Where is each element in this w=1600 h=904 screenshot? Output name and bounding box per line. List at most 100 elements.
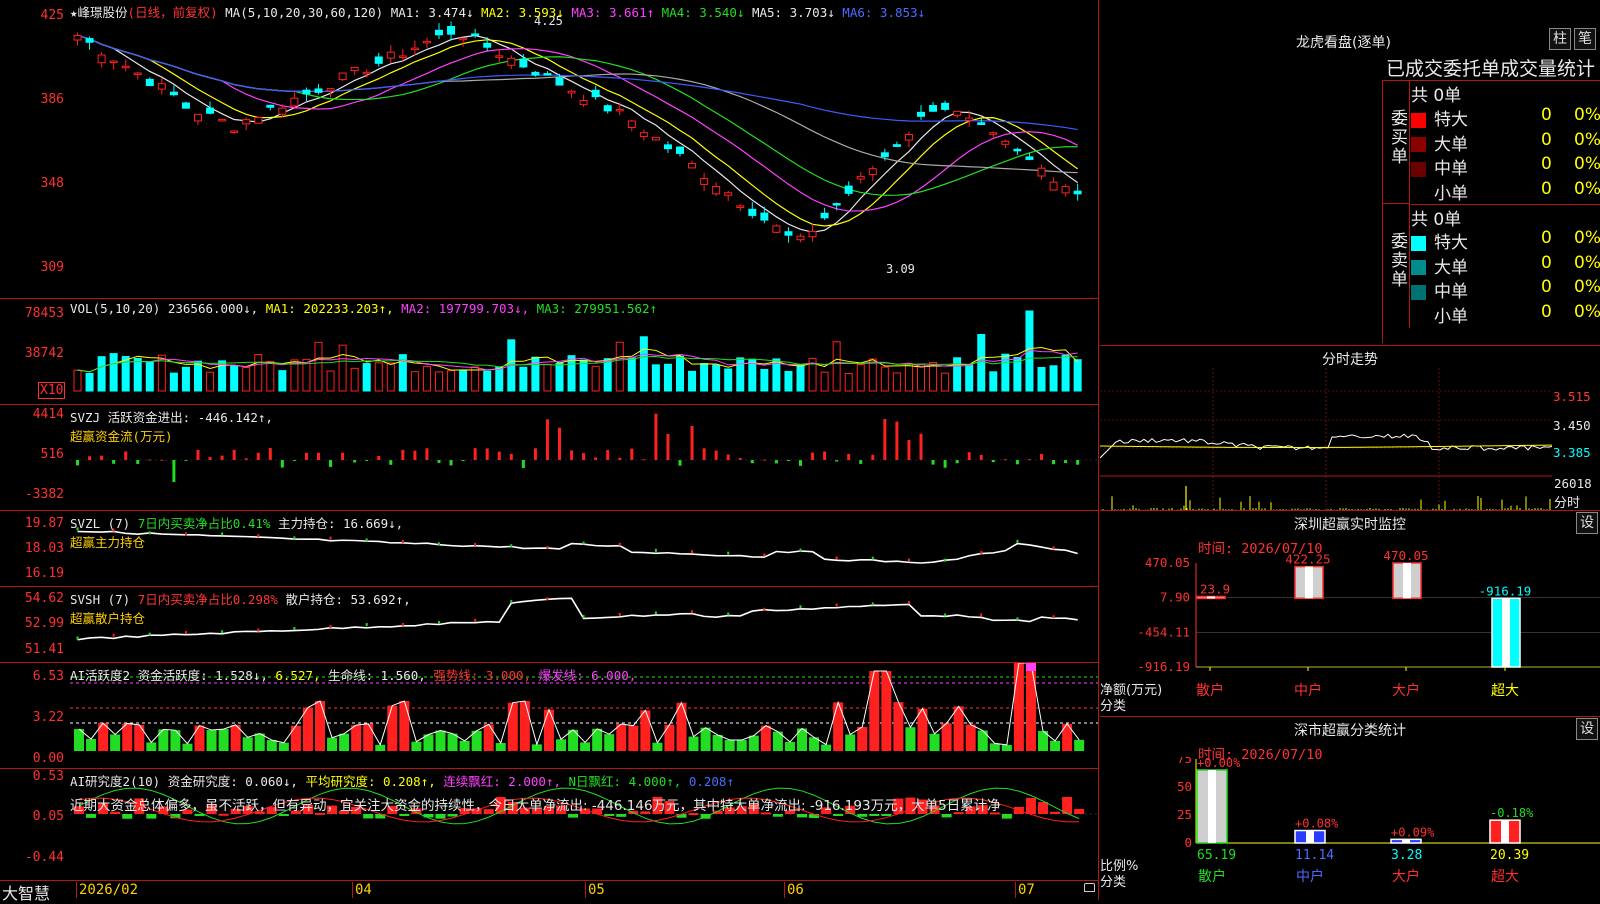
- activity-bar: [242, 737, 253, 751]
- volume-bar: [145, 361, 154, 392]
- svzl-name: SVZL (7): [70, 516, 131, 531]
- sell-side-label: 委卖单: [1387, 232, 1407, 289]
- ai-research-last: 0.208↑: [688, 774, 734, 789]
- svzj-pane[interactable]: SVZJ 活跃资金进出: -446.142↑, 超赢资金流(万元) 4414 5…: [0, 404, 1098, 511]
- flow-bar: [124, 451, 128, 460]
- candle: [133, 72, 142, 76]
- order-percent: 0%: [1574, 228, 1600, 248]
- order-size-label: 小单: [1434, 183, 1468, 204]
- research-bar: [435, 814, 446, 819]
- flow-bar: [304, 452, 308, 460]
- activity-bar: [363, 723, 374, 751]
- buy-rows: 特大 0 0% 大单 0 0% 中单 0 0% 小单 0 0%: [1411, 105, 1600, 204]
- candle: [736, 205, 745, 208]
- candle: [362, 71, 371, 75]
- activity-bar: [507, 702, 518, 751]
- ma-line-2: [77, 34, 1079, 227]
- price-tick: 386: [40, 92, 64, 107]
- flow-bar: [919, 433, 923, 460]
- classify-chart[interactable]: 75 50 25 0 +0.00% 65.19 散户 +0.08% 11.14 中户 +0.09% 3…: [1100, 757, 1600, 901]
- ma-value-5: MA5: 3.703↓: [744, 5, 835, 20]
- svsh-legend: SVSH (7) 7日内买卖净占比0.298% 散户持仓: 53.692↑, 超…: [70, 589, 411, 627]
- price-tick: 348: [40, 176, 64, 191]
- candle: [266, 104, 275, 108]
- activity-bar: [290, 725, 301, 751]
- tick-mark: [907, 601, 910, 605]
- tick-mark: [510, 600, 513, 604]
- candle: [278, 107, 287, 115]
- candle: [242, 119, 251, 125]
- intraday-vol-label: 分时: [1554, 496, 1581, 511]
- classify-category: 中户: [1296, 868, 1324, 885]
- svzj-sub: 超赢资金流(万元): [70, 429, 173, 444]
- activity-bar: [580, 742, 591, 751]
- volume-bar: [748, 359, 757, 392]
- candlestick-chart[interactable]: [70, 0, 1098, 298]
- tick-mode-button[interactable]: 笔: [1574, 28, 1596, 50]
- price-pane[interactable]: ★峰璟股份(日线，前复权) MA(5,10,20,30,60,120) MA1:…: [0, 0, 1098, 298]
- activity-bar: [821, 744, 832, 751]
- intraday-chart[interactable]: [1100, 368, 1600, 510]
- ai-active-value: 资金活跃度: 1.528↓,: [137, 668, 268, 683]
- activity-bar: [182, 743, 193, 751]
- candle: [181, 102, 190, 109]
- order-count: 0: [1541, 277, 1552, 297]
- tick-mark: [1016, 539, 1019, 543]
- activity-bar: [784, 741, 795, 751]
- candle: [447, 26, 456, 35]
- flow-bar: [931, 460, 935, 465]
- volume-bar: [989, 371, 998, 392]
- order-size-label: 中单: [1434, 159, 1468, 179]
- order-count: 0: [1541, 129, 1552, 150]
- activity-bar: [146, 742, 157, 751]
- ai-research-pane[interactable]: AI研究度2(10) 资金研究度: 0.060↓, 平均研究度: 0.208↑,…: [0, 768, 1098, 881]
- activity-bar: [266, 740, 277, 751]
- candle: [977, 122, 986, 126]
- tick-mark: [654, 611, 657, 615]
- classify-panel[interactable]: 深市超赢分类统计 设 时间: 2026/07/10 75 50 25 0 +0.00% 6…: [1100, 716, 1600, 901]
- candle: [157, 83, 166, 90]
- order-count: 0: [1541, 178, 1552, 199]
- activity-bar: [399, 701, 410, 751]
- monitor-value-label: 470.05: [1383, 551, 1428, 563]
- monitor-settings-button[interactable]: 设: [1576, 512, 1598, 534]
- monitor-panel[interactable]: 深圳超赢实时监控 设 时间: 2026/07/10 470.05 7.90 -454…: [1100, 510, 1600, 717]
- volume-bar: [109, 353, 118, 392]
- flow-bar: [545, 419, 549, 460]
- bar-mode-button[interactable]: 柱: [1549, 28, 1571, 50]
- vol-ma2: MA2: 197799.703↓,: [401, 301, 530, 316]
- volume-bar: [929, 362, 938, 392]
- ai-active-tick: 3.22: [32, 710, 64, 725]
- flow-bar: [618, 457, 622, 460]
- order-count: 0: [1541, 105, 1552, 125]
- volume-pane[interactable]: VOL(5,10,20) 236566.000↓, MA1: 202233.20…: [0, 298, 1098, 405]
- svzl-legend: SVZL (7) 7日内买卖净占比0.41% 主力持仓: 16.669↓, 超赢…: [70, 513, 403, 551]
- monitor-chart[interactable]: 470.05 7.90 -454.11 -916.19 23.9 散户 422.25 中户 47…: [1100, 551, 1600, 716]
- intraday-panel[interactable]: 分时走势 3.515 3.450 3.385 26018 分时: [1100, 345, 1600, 511]
- svzl-pane[interactable]: SVZL (7) 7日内买卖净占比0.41% 主力持仓: 16.669↓, 超赢…: [0, 510, 1098, 587]
- research-bar: [122, 814, 133, 819]
- tick-mark: [582, 615, 585, 619]
- ai-active-pane[interactable]: AI活跃度2 资金活跃度: 1.528↓, 6.527, 生命线: 1.560,…: [0, 662, 1098, 769]
- lock-icon[interactable]: [1084, 883, 1095, 892]
- flow-bar: [1040, 453, 1043, 460]
- ai-research-avg: 平均研究度: 0.208↑,: [305, 774, 436, 789]
- volume-bar: [338, 344, 347, 392]
- flow-bar: [666, 433, 670, 460]
- order-size-label: 小单: [1434, 306, 1468, 327]
- classify-settings-button[interactable]: 设: [1576, 718, 1598, 740]
- tick-mark: [727, 612, 730, 616]
- flow-bar: [823, 451, 827, 460]
- volume-bar: [447, 370, 456, 392]
- volume-bar: [362, 363, 371, 392]
- tick-mark: [799, 548, 802, 552]
- tick-mark: [618, 612, 621, 616]
- kline-area[interactable]: ★峰璟股份(日线，前复权) MA(5,10,20,30,60,120) MA1:…: [0, 0, 1099, 903]
- candle: [904, 133, 913, 141]
- candle: [85, 38, 94, 43]
- order-size-label: 特大: [1434, 110, 1468, 130]
- activity-bar: [1050, 740, 1061, 751]
- candle: [760, 212, 769, 221]
- svsh-pane[interactable]: SVSH (7) 7日内买卖净占比0.298% 散户持仓: 53.692↑, 超…: [0, 586, 1098, 663]
- sell-row: 大单 0 0%: [1411, 253, 1600, 278]
